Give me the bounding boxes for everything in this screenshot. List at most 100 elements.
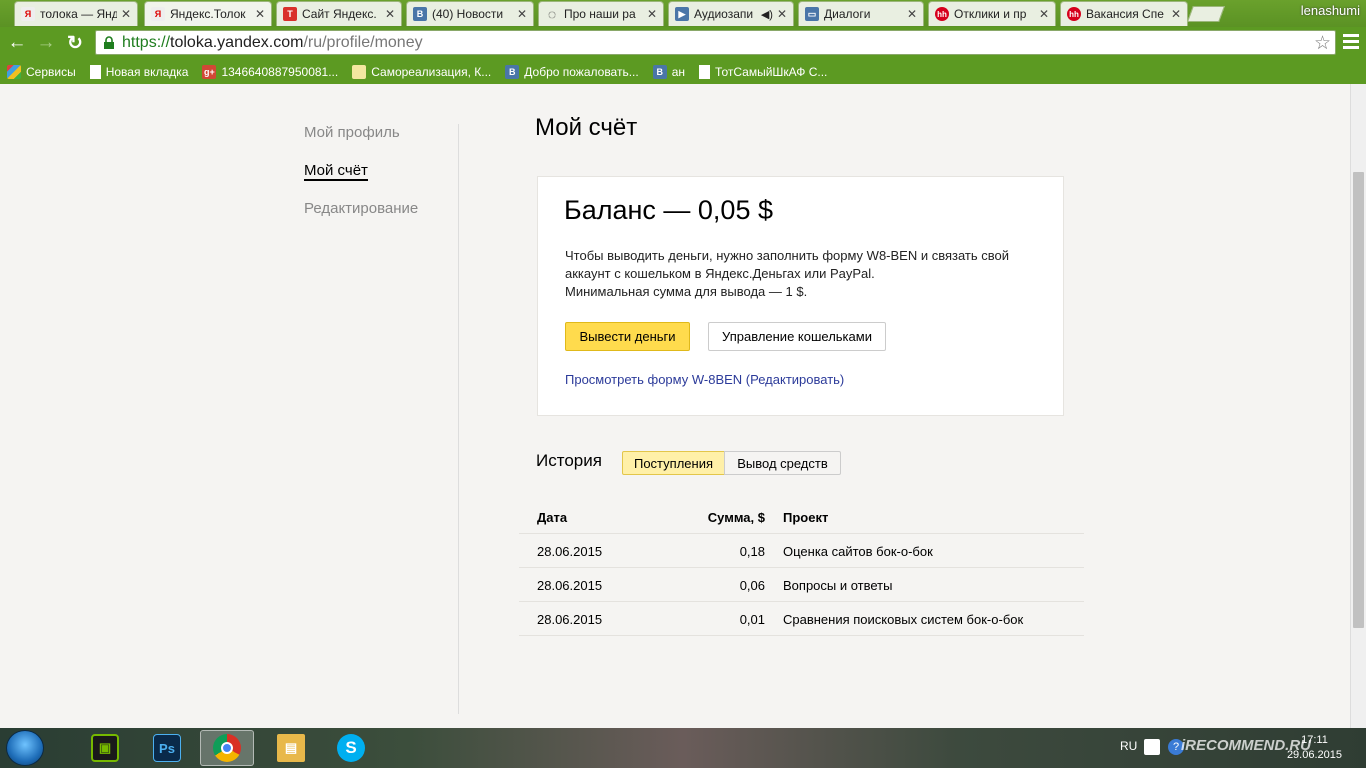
clock-date: 29.06.2015	[1286, 749, 1342, 761]
taskbar-app-nvidia[interactable]: ▣	[78, 730, 132, 766]
clock-time: 17:11	[1301, 734, 1328, 746]
bookmark-services[interactable]: Сервисы	[7, 64, 76, 79]
bookmark-label: Сервисы	[26, 64, 76, 79]
yandex-icon: Я	[21, 7, 35, 21]
url-text: https://toloka.yandex.com/ru/profile/mon…	[122, 34, 423, 52]
cell-sum: 0,06	[739, 578, 765, 593]
vertical-scrollbar[interactable]	[1350, 84, 1366, 728]
profile-user-name[interactable]: lenashumi	[1301, 3, 1360, 18]
tab-4[interactable]: ◌ Про наши ра ✕	[538, 1, 664, 26]
bookmark-label: Самореализация, К...	[371, 64, 492, 79]
forward-arrow-icon[interactable]: →	[34, 31, 58, 55]
system-tray: RU ? iRECOMMEND.RU 17:11 29.06.2015	[1106, 728, 1366, 768]
tab-label: Аудиозапи	[694, 7, 754, 21]
close-icon[interactable]: ✕	[907, 7, 917, 21]
cell-project: Оценка сайтов бок-о-бок	[783, 544, 933, 559]
close-icon[interactable]: ✕	[1171, 7, 1181, 21]
tray-clock[interactable]: 17:11 29.06.2015	[1287, 733, 1342, 763]
tab-label: Отклики и пр	[954, 7, 1027, 21]
bookmark-star-icon[interactable]: ☆	[1314, 32, 1331, 55]
bookmarks-bar: Сервисы Новая вкладка g+ 134664088795008…	[0, 59, 1366, 84]
tab-label: Вакансия Спе	[1086, 7, 1164, 21]
bookmark-vk-welcome[interactable]: B Добро пожаловать...	[505, 64, 639, 79]
tab-2[interactable]: T Сайт Яндекс. ✕	[276, 1, 402, 26]
reload-icon[interactable]: ↻	[63, 31, 87, 55]
vk-icon: B	[505, 64, 520, 79]
close-icon[interactable]: ✕	[647, 7, 657, 21]
tab-label: Яндекс.Толок	[170, 7, 246, 21]
tab-5[interactable]: ▶ Аудиозапи ◀) ✕	[668, 1, 794, 26]
red-t-icon: T	[283, 7, 297, 21]
bookmark-self-realization[interactable]: Самореализация, К...	[352, 64, 492, 79]
tab-3[interactable]: B (40) Новости ✕	[406, 1, 534, 26]
tab-label: толока — Янд	[40, 7, 117, 21]
cell-project: Вопросы и ответы	[783, 578, 893, 593]
manage-wallets-button[interactable]: Управление кошельками	[708, 322, 886, 351]
close-icon[interactable]: ✕	[1039, 7, 1049, 21]
bookmark-label: Добро пожаловать...	[524, 64, 639, 79]
w8ben-link[interactable]: Просмотреть форму W-8BEN (Редактировать)	[565, 372, 844, 387]
taskbar-app-photoshop[interactable]: Ps	[140, 730, 194, 766]
sidebar-item-edit[interactable]: Редактирование	[304, 200, 418, 219]
bookmark-vk-an[interactable]: B ан	[652, 64, 685, 79]
sidebar-divider	[458, 124, 459, 714]
close-icon[interactable]: ✕	[121, 7, 131, 21]
tab-income[interactable]: Поступления	[622, 451, 725, 475]
info-line: аккаунт с кошельком в Яндекс.Деньгах или…	[565, 266, 875, 281]
cell-sum: 0,18	[739, 544, 765, 559]
close-icon[interactable]: ✕	[777, 7, 787, 21]
tab-8[interactable]: hh Вакансия Спе ✕	[1060, 1, 1188, 26]
tab-withdrawals[interactable]: Вывод средств	[724, 451, 841, 475]
start-button[interactable]	[6, 730, 44, 766]
cell-date: 28.06.2015	[537, 544, 603, 559]
keyboard-icon[interactable]	[1144, 739, 1160, 755]
balance-amount: Баланс — 0,05 $	[564, 195, 773, 225]
tab-strip: Я толока — Янд ✕ Я Яндекс.Толок ✕ T Сайт…	[0, 0, 1366, 27]
taskbar-app-explorer[interactable]: ▤	[264, 730, 318, 766]
withdraw-button[interactable]: Вывести деньги	[565, 322, 690, 351]
sidebar-item-account[interactable]: Мой счёт	[304, 162, 368, 181]
tab-7[interactable]: hh Отклики и пр ✕	[928, 1, 1056, 26]
sidebar-item-profile[interactable]: Мой профиль	[304, 124, 418, 143]
close-icon[interactable]: ✕	[517, 7, 527, 21]
page-content: Мой профиль Мой счёт Редактирование Мой …	[0, 84, 1350, 728]
tab-0[interactable]: Я толока — Янд ✕	[14, 1, 138, 26]
url-path: /ru/profile/money	[303, 33, 423, 51]
back-arrow-icon[interactable]: ←	[5, 31, 29, 55]
column-sum: Сумма, $	[707, 510, 765, 525]
chrome-icon	[213, 734, 241, 762]
table-row: 28.06.2015 0,01 Сравнения поисковых сист…	[519, 602, 1084, 636]
table-row: 28.06.2015 0,06 Вопросы и ответы	[519, 568, 1084, 602]
tray-lang[interactable]: RU	[1120, 739, 1137, 753]
history-table: Дата Сумма, $ Проект 28.06.2015 0,18 Оце…	[519, 500, 1084, 636]
close-icon[interactable]: ✕	[255, 7, 265, 21]
taskbar-app-skype[interactable]: S	[324, 730, 378, 766]
tab-label: Про наши ра	[564, 7, 636, 21]
tab-label: Сайт Яндекс.	[302, 7, 377, 21]
tab-1[interactable]: Я Яндекс.Толок ✕	[144, 1, 272, 26]
bookmark-new-tab[interactable]: Новая вкладка	[89, 64, 188, 79]
scrollbar-thumb[interactable]	[1353, 172, 1364, 628]
site-icon	[352, 64, 367, 79]
windows-taskbar: ▣ Ps ▤ S RU ? iRECOMMEND.RU 17:11 29.06.…	[0, 728, 1366, 768]
tab-6[interactable]: ▭ Диалоги ✕	[798, 1, 924, 26]
taskbar-app-chrome[interactable]	[200, 730, 254, 766]
bookmark-google-plus[interactable]: g+ 1346640887950081...	[202, 64, 338, 79]
bookmark-totsamyi[interactable]: ТотСамыйШкАФ С...	[699, 64, 827, 79]
google-plus-icon: g+	[202, 64, 217, 79]
skype-icon: S	[337, 734, 365, 762]
lock-icon	[104, 35, 114, 49]
address-bar[interactable]: https://toloka.yandex.com/ru/profile/mon…	[95, 30, 1336, 55]
chrome-menu-icon[interactable]	[1343, 34, 1359, 50]
yandex-icon: Я	[151, 7, 165, 21]
cell-project: Сравнения поисковых систем бок-о-бок	[783, 612, 1024, 627]
vk-chat-icon: ▭	[805, 7, 819, 21]
close-icon[interactable]: ✕	[385, 7, 395, 21]
apps-grid-icon	[7, 64, 21, 79]
speaker-icon: ◀)	[760, 8, 773, 21]
hh-icon: hh	[1067, 7, 1081, 21]
cell-sum: 0,01	[739, 612, 765, 627]
new-tab-button[interactable]	[1187, 6, 1225, 22]
photoshop-icon: Ps	[153, 734, 181, 762]
history-title: История	[536, 451, 602, 470]
